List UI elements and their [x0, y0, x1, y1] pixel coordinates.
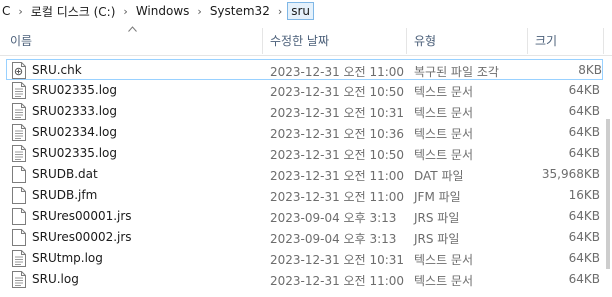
breadcrumb-separator-icon[interactable]: ›: [272, 5, 288, 18]
file-modified-date: 2023-12-31 오전 11:00: [270, 65, 405, 79]
file-type: 텍스트 문서: [414, 106, 474, 120]
file-name: SRUres00001.jrs: [32, 209, 132, 223]
blank-file-icon: [12, 208, 26, 225]
file-row[interactable]: SRUres00001.jrs 2023-09-04 오후 3:13 JRS 파일 6…: [0, 206, 603, 227]
breadcrumb-current-folder[interactable]: sru: [287, 2, 315, 20]
file-type: JRS 파일: [414, 211, 460, 225]
breadcrumb-drive-letter[interactable]: C: [0, 4, 12, 18]
file-name: SRU.log: [32, 272, 79, 286]
file-size: 35,968KB: [541, 167, 600, 181]
chk-file-icon: [12, 62, 26, 79]
text-document-icon: [12, 271, 26, 288]
file-type: DAT 파일: [414, 169, 464, 183]
file-size: 64KB: [568, 251, 600, 265]
file-name: SRU02335.log: [32, 83, 118, 97]
file-name: SRU.chk: [32, 63, 82, 77]
file-type: 텍스트 문서: [414, 274, 474, 288]
file-size: 64KB: [568, 230, 600, 244]
text-document-icon: [12, 82, 26, 99]
file-row[interactable]: SRU02335.log 2023-12-31 오전 10:50 텍스트 문서 64K…: [0, 143, 603, 164]
blank-file-icon: [12, 229, 26, 246]
file-row[interactable]: SRU02335.log 2023-12-31 오전 10:50 텍스트 문서 64K…: [0, 80, 603, 101]
file-name: SRUDB.jfm: [32, 188, 98, 202]
file-size: 64KB: [568, 209, 600, 223]
file-modified-date: 2023-12-31 오전 11:00: [270, 169, 405, 183]
text-document-icon: [12, 124, 26, 141]
breadcrumb-local-disk[interactable]: 로컬 디스크 (C:): [29, 3, 118, 20]
file-size: 64KB: [568, 272, 600, 286]
file-modified-date: 2023-12-31 오전 10:50: [270, 148, 405, 162]
file-modified-date: 2023-12-31 오전 11:00: [270, 190, 405, 204]
column-divider[interactable]: [527, 28, 528, 54]
file-row[interactable]: SRUDB.jfm 2023-12-31 오전 11:00 JFM 파일 16KB: [0, 185, 603, 206]
file-type: 복구된 파일 조각: [414, 65, 499, 79]
file-type: 텍스트 문서: [414, 253, 474, 267]
breadcrumb: C › 로컬 디스크 (C:) › Windows › System32 › s…: [0, 0, 612, 22]
file-name: SRUtmp.log: [32, 251, 103, 265]
file-size: 64KB: [568, 146, 600, 160]
file-name: SRU02334.log: [32, 125, 118, 139]
file-modified-date: 2023-12-31 오전 10:31: [270, 253, 405, 267]
column-divider[interactable]: [406, 28, 407, 54]
file-size: 16KB: [568, 188, 600, 202]
column-divider[interactable]: [603, 28, 604, 54]
vertical-scrollbar[interactable]: [604, 59, 612, 297]
sort-ascending-icon: [128, 26, 137, 32]
file-name: SRUres00002.jrs: [32, 230, 132, 244]
file-name: SRUDB.dat: [32, 167, 98, 181]
text-document-icon: [12, 250, 26, 267]
file-modified-date: 2023-12-31 오전 10:36: [270, 127, 405, 141]
column-header-name[interactable]: 이름: [10, 32, 32, 49]
file-row[interactable]: SRUres00002.jrs 2023-09-04 오후 3:13 JRS 파일 6…: [0, 227, 603, 248]
breadcrumb-separator-icon[interactable]: ›: [117, 5, 133, 18]
breadcrumb-separator-icon[interactable]: ›: [191, 5, 207, 18]
text-document-icon: [12, 145, 26, 162]
blank-file-icon: [12, 187, 26, 204]
file-modified-date: 2023-09-04 오후 3:13: [270, 211, 397, 225]
file-type: 텍스트 문서: [414, 148, 474, 162]
file-size: 64KB: [568, 83, 600, 97]
file-row[interactable]: SRU02334.log 2023-12-31 오전 10:36 텍스트 문서 64K…: [0, 122, 603, 143]
column-header-row: 이름 수정한 날짜 유형 크기: [0, 24, 612, 56]
file-row[interactable]: SRUDB.dat 2023-12-31 오전 11:00 DAT 파일 35,968…: [0, 164, 603, 185]
file-modified-date: 2023-12-31 오전 10:31: [270, 106, 405, 120]
breadcrumb-system32[interactable]: System32: [208, 4, 272, 18]
file-modified-date: 2023-12-31 오전 10:50: [270, 85, 405, 99]
breadcrumb-separator-icon[interactable]: ›: [12, 5, 28, 18]
file-row[interactable]: SRU.log 2023-12-31 오전 11:00 텍스트 문서 64KB: [0, 269, 603, 290]
file-name: SRU02335.log: [32, 146, 118, 160]
file-row[interactable]: SRU02333.log 2023-12-31 오전 10:31 텍스트 문서 64K…: [0, 101, 603, 122]
column-header-type[interactable]: 유형: [414, 32, 436, 49]
column-header-size[interactable]: 크기: [535, 32, 557, 49]
file-modified-date: 2023-12-31 오전 11:00: [270, 274, 405, 288]
blank-file-icon: [12, 166, 26, 183]
column-header-date[interactable]: 수정한 날짜: [270, 32, 329, 49]
file-type: 텍스트 문서: [414, 85, 474, 99]
file-size: 64KB: [568, 104, 600, 118]
file-type: JRS 파일: [414, 232, 460, 246]
file-size: 8KB: [578, 63, 602, 77]
file-row-selected[interactable]: SRU.chk 2023-12-31 오전 11:00 복구된 파일 조각 8KB: [6, 59, 603, 80]
file-type: 텍스트 문서: [414, 127, 474, 141]
file-type: JFM 파일: [414, 190, 461, 204]
column-divider[interactable]: [262, 28, 263, 54]
file-size: 64KB: [568, 125, 600, 139]
file-modified-date: 2023-09-04 오후 3:13: [270, 232, 397, 246]
breadcrumb-windows[interactable]: Windows: [134, 4, 192, 18]
text-document-icon: [12, 103, 26, 120]
file-row[interactable]: SRUtmp.log 2023-12-31 오전 10:31 텍스트 문서 64KB: [0, 248, 603, 269]
file-name: SRU02333.log: [32, 104, 118, 118]
scrollbar-thumb[interactable]: [606, 119, 610, 269]
